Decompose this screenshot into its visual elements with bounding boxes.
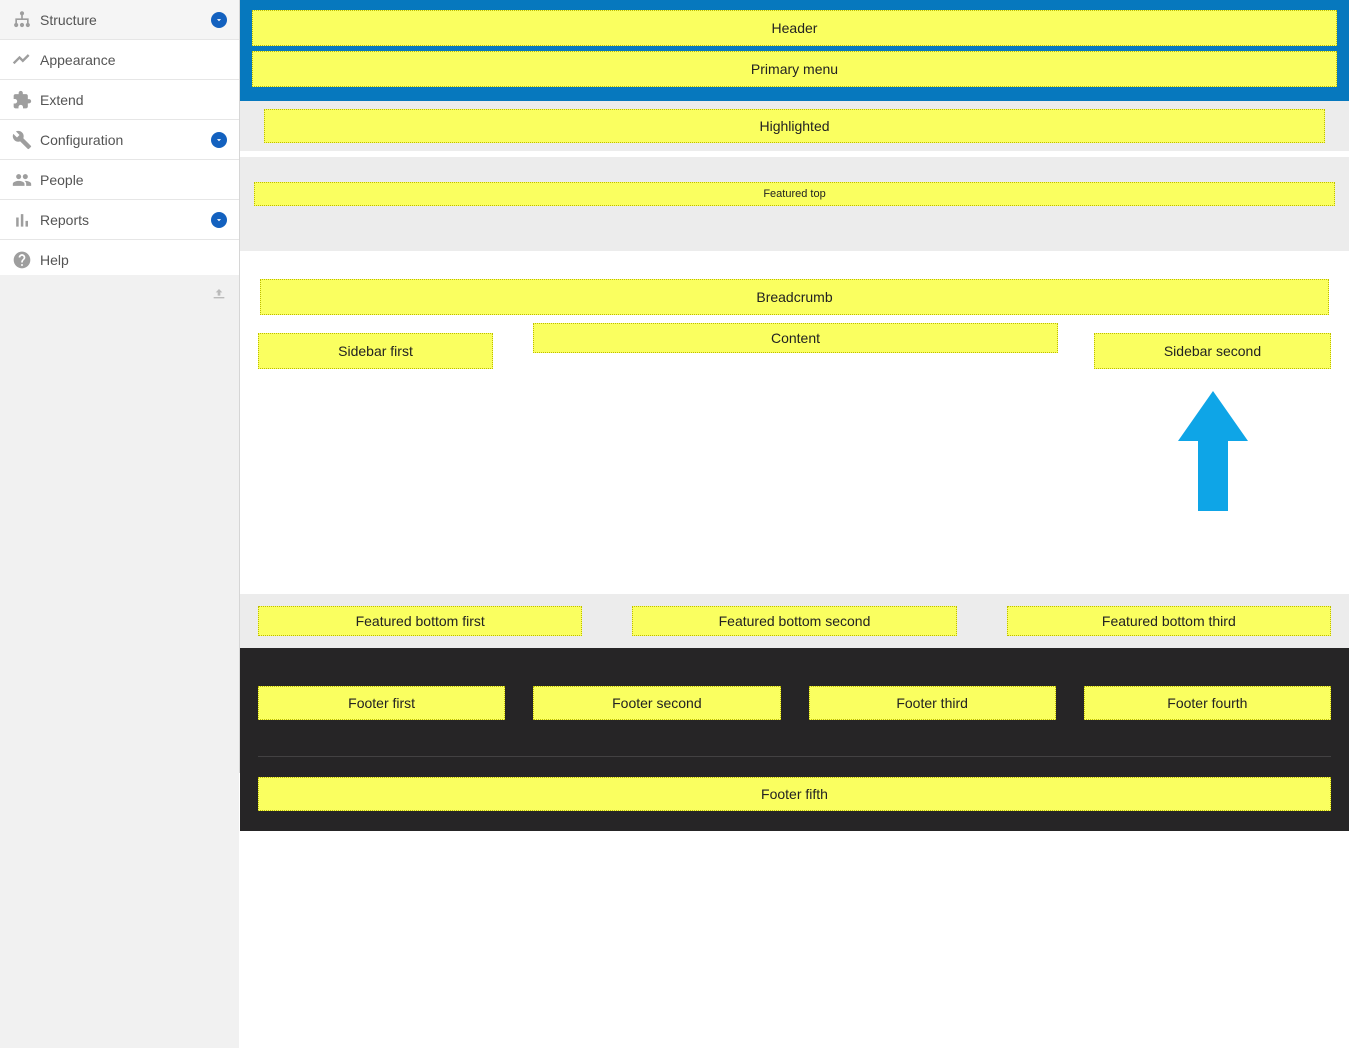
sidebar-item-label: Configuration bbox=[40, 132, 123, 148]
arrow-up-icon bbox=[1178, 391, 1248, 514]
extend-icon bbox=[12, 90, 32, 110]
region-footer-first[interactable]: Footer first bbox=[258, 686, 505, 720]
footer-divider bbox=[258, 756, 1331, 757]
col-content: Content bbox=[533, 333, 1058, 353]
region-header[interactable]: Header bbox=[252, 10, 1337, 46]
admin-sidebar: Structure Appearance Extend Configuratio… bbox=[0, 0, 240, 773]
sidebar-item-extend[interactable]: Extend bbox=[0, 80, 239, 120]
region-featured-top[interactable]: Featured top bbox=[254, 182, 1335, 206]
collapse-sidebar-button[interactable] bbox=[209, 283, 229, 303]
header-band: Header Primary menu bbox=[240, 0, 1349, 101]
sidebar-item-label: Reports bbox=[40, 212, 89, 228]
region-primary-menu[interactable]: Primary menu bbox=[252, 51, 1337, 87]
three-column-layout: Sidebar first Content Sidebar second bbox=[258, 333, 1331, 514]
highlighted-band: Highlighted bbox=[240, 101, 1349, 151]
region-footer-third[interactable]: Footer third bbox=[809, 686, 1056, 720]
chevron-down-icon[interactable] bbox=[211, 132, 227, 148]
reports-icon bbox=[12, 210, 32, 230]
region-footer-fifth[interactable]: Footer fifth bbox=[258, 777, 1331, 811]
region-highlighted[interactable]: Highlighted bbox=[264, 109, 1325, 143]
footer-columns: Footer first Footer second Footer third … bbox=[258, 686, 1331, 720]
sidebar-item-reports[interactable]: Reports bbox=[0, 200, 239, 240]
region-footer-fourth[interactable]: Footer fourth bbox=[1084, 686, 1331, 720]
content-area: Breadcrumb Sidebar first Content Sidebar… bbox=[240, 251, 1349, 594]
region-content[interactable]: Content bbox=[533, 323, 1058, 353]
structure-icon bbox=[12, 10, 32, 30]
region-sidebar-second[interactable]: Sidebar second bbox=[1094, 333, 1331, 369]
chevron-down-icon[interactable] bbox=[211, 12, 227, 28]
region-footer-second[interactable]: Footer second bbox=[533, 686, 780, 720]
sidebar-item-label: Appearance bbox=[40, 52, 116, 68]
configuration-icon bbox=[12, 130, 32, 150]
region-featured-bottom-second[interactable]: Featured bottom second bbox=[632, 606, 956, 636]
chevron-down-icon[interactable] bbox=[211, 212, 227, 228]
sidebar-item-label: People bbox=[40, 172, 84, 188]
sidebar-item-people[interactable]: People bbox=[0, 160, 239, 200]
sidebar-empty-area bbox=[0, 275, 239, 1048]
block-layout-preview: Header Primary menu Highlighted Featured… bbox=[240, 0, 1349, 773]
sidebar-item-configuration[interactable]: Configuration bbox=[0, 120, 239, 160]
help-icon bbox=[12, 250, 32, 270]
col-sidebar-second: Sidebar second bbox=[1094, 333, 1331, 514]
appearance-icon bbox=[12, 50, 32, 70]
sidebar-item-help[interactable]: Help bbox=[0, 240, 239, 280]
sidebar-item-appearance[interactable]: Appearance bbox=[0, 40, 239, 80]
people-icon bbox=[12, 170, 32, 190]
col-sidebar-first: Sidebar first bbox=[258, 333, 493, 369]
region-breadcrumb[interactable]: Breadcrumb bbox=[260, 279, 1329, 315]
region-sidebar-first[interactable]: Sidebar first bbox=[258, 333, 493, 369]
featured-top-band: Featured top bbox=[240, 157, 1349, 251]
region-featured-bottom-third[interactable]: Featured bottom third bbox=[1007, 606, 1331, 636]
sidebar-item-label: Extend bbox=[40, 92, 84, 108]
sidebar-item-label: Help bbox=[40, 252, 69, 268]
footer-band: Footer first Footer second Footer third … bbox=[240, 648, 1349, 831]
region-featured-bottom-first[interactable]: Featured bottom first bbox=[258, 606, 582, 636]
sidebar-item-label: Structure bbox=[40, 12, 97, 28]
sidebar-item-structure[interactable]: Structure bbox=[0, 0, 239, 40]
featured-bottom-band: Featured bottom first Featured bottom se… bbox=[240, 594, 1349, 648]
